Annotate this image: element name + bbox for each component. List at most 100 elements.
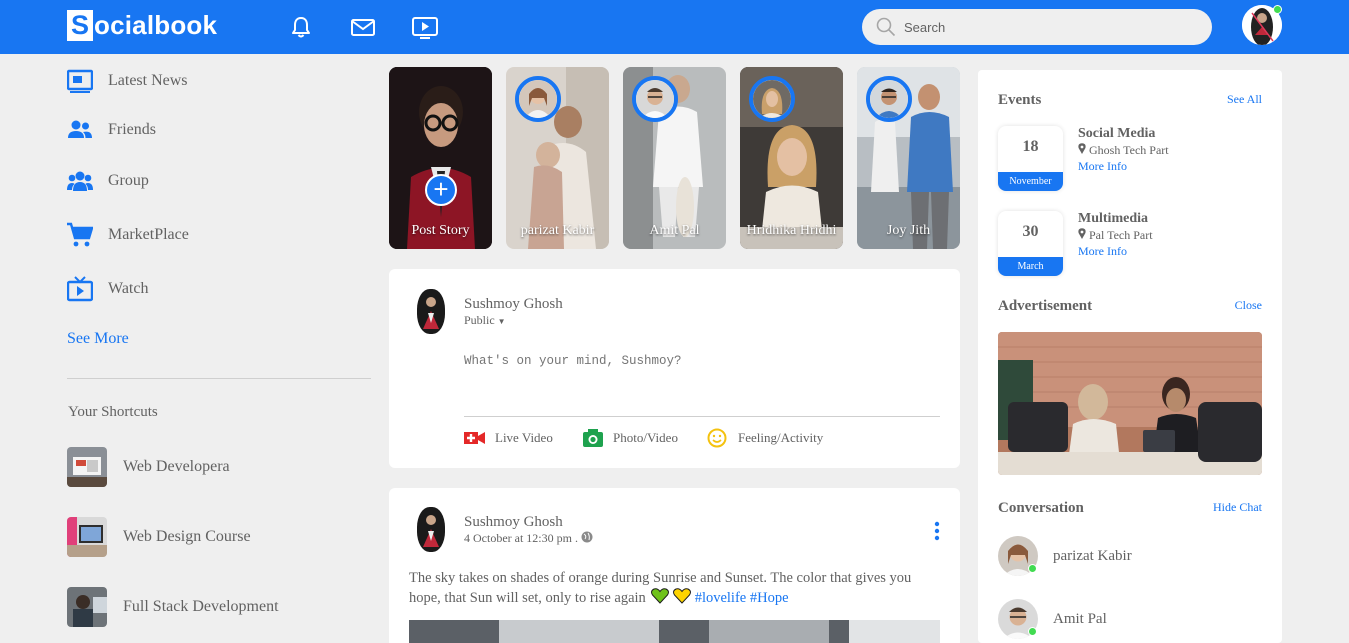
story-amit-pal[interactable]: Amit Pal — [623, 67, 726, 249]
user-name[interactable]: Sushmoy Ghosh — [464, 296, 563, 313]
camera-icon — [583, 429, 603, 447]
event-location: Pal Tech Part — [1078, 227, 1153, 243]
status-input[interactable] — [464, 354, 934, 368]
shortcut-label: Web Design Course — [123, 528, 251, 545]
story-avatar — [866, 76, 912, 122]
story-label: Amit Pal — [649, 223, 700, 238]
sidebar-item-label: MarketPlace — [108, 226, 189, 243]
shortcut-thumbnail — [67, 447, 107, 487]
green-heart-icon — [651, 588, 670, 604]
user-avatar[interactable] — [417, 507, 445, 552]
caret-down-icon: ▼ — [497, 316, 506, 326]
navbar: S ocialbook — [0, 0, 1349, 54]
see-all-link[interactable]: See All — [1227, 92, 1262, 107]
story-parizat-kabir[interactable]: parizat Kabir — [506, 67, 609, 249]
shortcut-web-design-course[interactable]: Web Design Course — [67, 517, 251, 557]
divider — [464, 416, 940, 417]
see-more-link[interactable]: See More — [67, 330, 129, 348]
post-composer: Sushmoy Ghosh Public ▼ Live Video Photo/… — [389, 269, 960, 468]
user-avatar[interactable] — [417, 289, 445, 334]
story-avatar — [632, 76, 678, 122]
hide-chat-link[interactable]: Hide Chat — [1213, 500, 1262, 515]
story-avatar — [749, 76, 795, 122]
online-status-dot — [1028, 627, 1037, 636]
bell-icon[interactable] — [287, 13, 315, 41]
watch-icon — [67, 276, 93, 302]
story-post[interactable]: + Post Story — [389, 67, 492, 249]
map-pin-icon — [1078, 228, 1086, 239]
shortcut-thumbnail — [67, 587, 107, 627]
sidebar-item-watch[interactable]: Watch — [67, 276, 148, 302]
event-title: Social Media — [1078, 126, 1156, 141]
feeling-activity-button[interactable]: Feeling/Activity — [707, 428, 823, 448]
advertisement-title: Advertisement — [998, 298, 1093, 314]
story-image — [389, 67, 492, 249]
hashtag-link[interactable]: #lovelife — [695, 590, 747, 606]
contact-item[interactable]: Amit Pal — [998, 599, 1107, 639]
online-status-dot — [1273, 5, 1282, 14]
search-icon — [876, 17, 896, 37]
event-day: 30 — [1022, 223, 1039, 240]
sidebar-item-label: Watch — [108, 280, 149, 297]
friends-icon — [68, 120, 92, 138]
sidebar-item-label: Latest News — [108, 72, 188, 89]
sidebar-item-latest-news[interactable]: Latest News — [67, 68, 188, 94]
story-hridhika-hridhi[interactable]: Hridhika Hridhi — [740, 67, 843, 249]
close-ad-link[interactable]: Close — [1235, 298, 1262, 313]
logo[interactable]: S ocialbook — [67, 10, 217, 41]
video-icon[interactable] — [411, 13, 439, 41]
group-icon — [67, 171, 93, 191]
shortcut-thumbnail — [67, 517, 107, 557]
post-text: The sky takes on shades of orange during… — [409, 568, 939, 608]
logo-text: ocialbook — [94, 10, 218, 40]
event-date: 18 November — [998, 126, 1063, 191]
map-pin-icon — [1078, 143, 1086, 154]
shortcut-label: Web Developera — [123, 458, 230, 475]
event-info: Multimedia Pal Tech Part More Info — [1078, 211, 1153, 259]
sidebar-item-label: Friends — [108, 121, 156, 138]
more-info-link[interactable]: More Info — [1078, 158, 1169, 174]
sidebar-item-marketplace[interactable]: MarketPlace — [67, 222, 189, 248]
story-avatar — [515, 76, 561, 122]
mail-icon[interactable] — [349, 13, 377, 41]
sidebar-item-group[interactable]: Group — [67, 168, 149, 194]
sidebar-item-friends[interactable]: Friends — [67, 117, 156, 143]
post-user: Sushmoy Ghosh 4 October at 12:30 pm . — [417, 507, 593, 552]
contact-item[interactable]: parizat Kabir — [998, 536, 1132, 576]
event-place: Ghosh Tech Part — [1089, 143, 1169, 157]
story-label: Joy Jith — [886, 223, 931, 238]
more-options-icon[interactable] — [934, 521, 940, 541]
events-title: Events — [998, 92, 1042, 108]
contact-name: Amit Pal — [1053, 610, 1107, 627]
sidebar-item-label: Group — [108, 172, 149, 189]
live-video-button[interactable]: Live Video — [464, 428, 553, 448]
shortcuts-title: Your Shortcuts — [68, 404, 158, 420]
conversation-title: Conversation — [998, 500, 1084, 516]
photo-video-button[interactable]: Photo/Video — [582, 428, 678, 448]
search-input[interactable] — [904, 17, 1194, 37]
add-story-button[interactable]: + — [425, 174, 457, 206]
story-label: Hridhika Hridhi — [746, 223, 837, 238]
composer-user: Sushmoy Ghosh Public ▼ — [417, 289, 563, 334]
divider — [67, 378, 371, 379]
live-video-icon — [464, 432, 485, 444]
advertisement-image[interactable] — [998, 332, 1262, 475]
story-label: parizat Kabir — [520, 223, 595, 238]
search-bar[interactable] — [862, 9, 1212, 45]
right-sidebar: Events See All 18 November Social Media … — [978, 70, 1282, 643]
shortcut-label: Full Stack Development — [123, 598, 279, 615]
action-label: Live Video — [495, 430, 553, 445]
event-location: Ghosh Tech Part — [1078, 142, 1169, 158]
privacy-selector[interactable]: Public ▼ — [464, 313, 563, 328]
post-card: Sushmoy Ghosh 4 October at 12:30 pm . Th… — [389, 488, 960, 643]
more-info-link[interactable]: More Info — [1078, 243, 1153, 259]
event-info: Social Media Ghosh Tech Part More Info — [1078, 126, 1169, 174]
globe-icon — [581, 531, 593, 542]
action-label: Feeling/Activity — [738, 430, 824, 445]
shortcut-full-stack-development[interactable]: Full Stack Development — [67, 587, 279, 627]
user-name[interactable]: Sushmoy Ghosh — [464, 514, 593, 531]
shortcut-web-developera[interactable]: Web Developera — [67, 447, 230, 487]
hashtag-link[interactable]: #Hope — [750, 590, 789, 606]
story-joy-jith[interactable]: Joy Jith — [857, 67, 960, 249]
post-image[interactable] — [409, 620, 940, 643]
